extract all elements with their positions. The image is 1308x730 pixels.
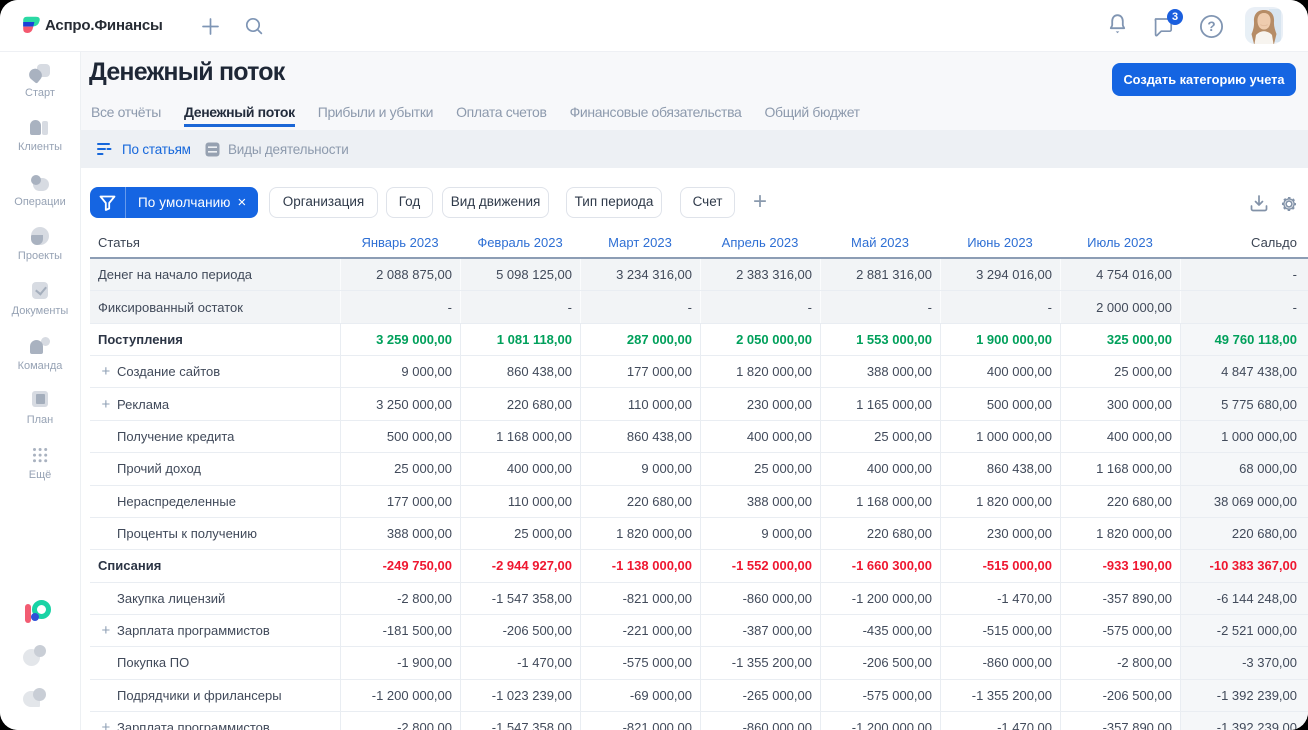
- svg-text:?: ?: [1207, 19, 1215, 34]
